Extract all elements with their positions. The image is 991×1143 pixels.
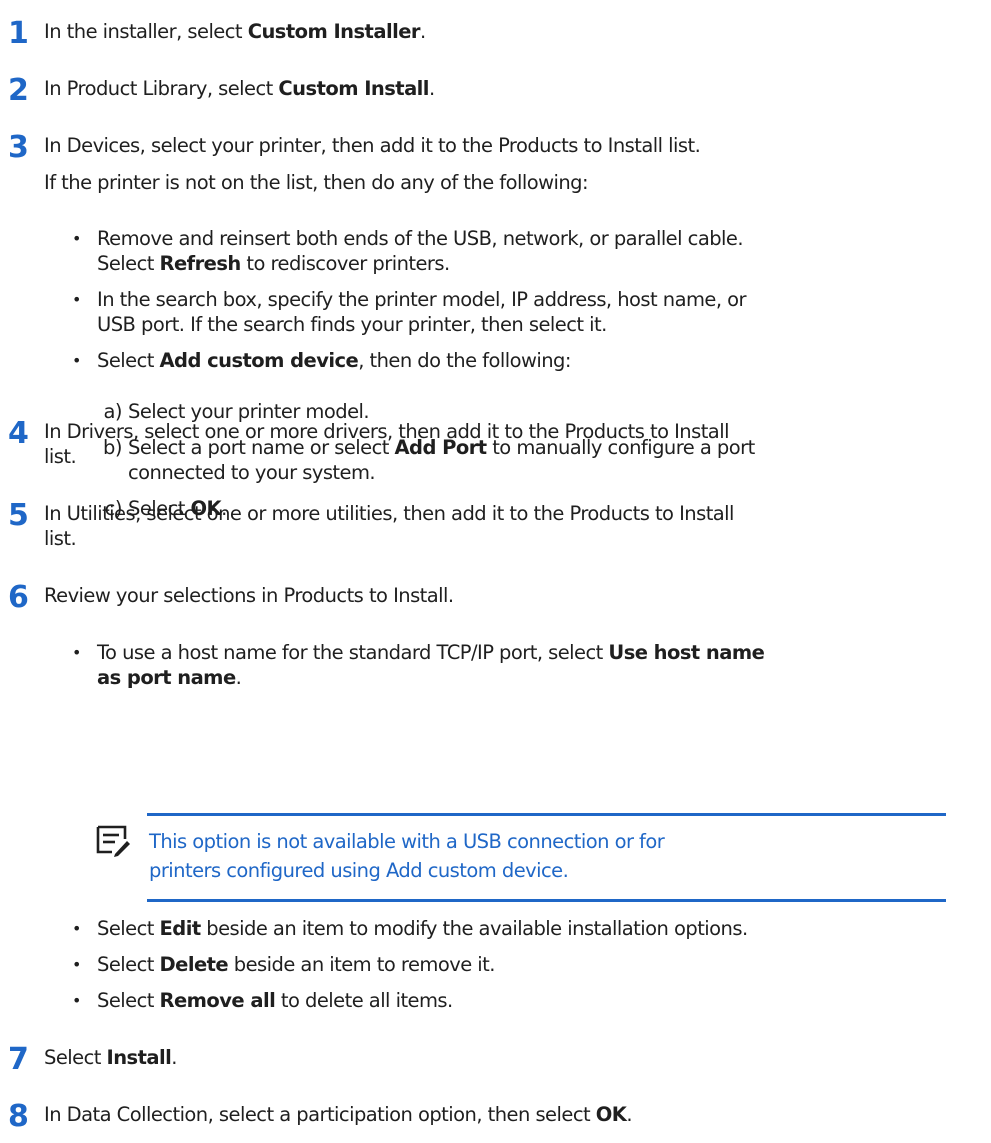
step-text: In Devices, select your printer, then ad… — [44, 134, 701, 157]
step-text: Select Install. — [44, 1046, 177, 1069]
step-text: In Data Collection, select a participati… — [44, 1103, 633, 1126]
step-text-continued: list. — [44, 445, 77, 468]
step-number: 2 — [8, 73, 29, 108]
step-number: 1 — [8, 16, 29, 51]
bullet-text: Select Remove all to delete all items. — [97, 989, 453, 1012]
step-number: 7 — [8, 1042, 29, 1077]
note-top-rule — [147, 813, 946, 816]
bullet-text-continued: as port name. — [97, 666, 242, 689]
substep-text-continued: connected to your system. — [128, 461, 376, 484]
bullet-glyph: • — [72, 643, 82, 662]
note-bottom-rule — [147, 899, 946, 902]
bullet-glyph: • — [72, 955, 82, 974]
step-number: 3 — [8, 130, 29, 165]
bullet-glyph: • — [72, 290, 82, 309]
note-text-continued: printers configured using Add custom dev… — [149, 859, 569, 882]
bullet-text: To use a host name for the standard TCP/… — [97, 641, 765, 664]
step-text: Review your selections in Products to In… — [44, 584, 454, 607]
step-text: In Product Library, select Custom Instal… — [44, 77, 435, 100]
bullet-glyph: • — [72, 919, 82, 938]
bullet-text: In the search box, specify the printer m… — [97, 288, 747, 311]
note-text: This option is not available with a USB … — [149, 830, 665, 853]
bullet-text: Select Add custom device, then do the fo… — [97, 349, 571, 372]
bullet-text: Select Edit beside an item to modify the… — [97, 917, 748, 940]
step-number: 5 — [8, 498, 29, 533]
bullet-text: Remove and reinsert both ends of the USB… — [97, 227, 744, 250]
bullet-glyph: • — [72, 351, 82, 370]
instructions-page: 1 In the installer, select Custom Instal… — [0, 0, 991, 1143]
bullet-text-continued: USB port. If the search finds your print… — [97, 313, 607, 336]
step-number: 6 — [8, 580, 29, 615]
step-text: In Drivers, select one or more drivers, … — [44, 420, 730, 443]
step-text-continued: If the printer is not on the list, then … — [44, 171, 589, 194]
bullet-glyph: • — [72, 991, 82, 1010]
bullet-glyph: • — [72, 229, 82, 248]
step-number: 8 — [8, 1099, 29, 1134]
step-number: 4 — [8, 416, 29, 451]
bullet-text-continued: Select Refresh to rediscover printers. — [97, 252, 450, 275]
bullet-text: Select Delete beside an item to remove i… — [97, 953, 495, 976]
step-text: In Utilities, select one or more utiliti… — [44, 502, 734, 525]
note-icon — [96, 825, 130, 857]
step-text-continued: list. — [44, 527, 77, 550]
step-text: In the installer, select Custom Installe… — [44, 20, 426, 43]
